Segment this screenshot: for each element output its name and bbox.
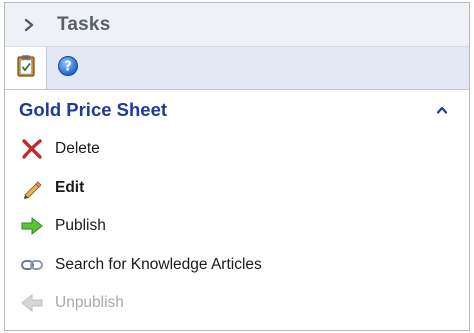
tasks-toolbar: ? [5,47,469,90]
task-label: Unpublish [55,294,124,312]
arrow-right-icon [19,214,45,238]
task-label: Edit [55,178,85,196]
tab-tasks[interactable] [5,47,47,89]
help-icon: ? [57,55,79,82]
pencil-icon [19,176,45,200]
arrow-left-icon [19,291,45,315]
task-search-knowledge[interactable]: Search for Knowledge Articles [19,246,457,285]
section-header[interactable]: Gold Price Sheet [19,90,457,130]
link-icon [19,253,45,277]
tab-help[interactable]: ? [47,47,88,89]
task-publish[interactable]: Publish [19,207,457,246]
task-label: Delete [55,140,100,158]
section-title: Gold Price Sheet [19,99,168,120]
task-label: Publish [55,217,106,235]
task-delete[interactable]: Delete [19,130,457,169]
delete-x-icon [19,137,45,161]
task-unpublish[interactable]: Unpublish [19,284,457,323]
chevron-up-icon[interactable] [433,101,451,119]
gold-price-sheet-section: Gold Price Sheet Delete Edit Publish Sea… [5,90,469,323]
chevron-right-icon[interactable] [21,17,37,33]
tasks-title: Tasks [57,13,111,35]
clipboard-icon [15,54,37,83]
task-list: Delete Edit Publish Search for Knowledge… [19,130,457,323]
svg-text:?: ? [64,59,72,74]
task-edit[interactable]: Edit [19,169,457,208]
tasks-panel: Tasks ? Gold Price Sheet Delete Edit Pub… [4,2,470,331]
tasks-header[interactable]: Tasks [5,3,469,47]
task-label: Search for Knowledge Articles [55,255,262,273]
